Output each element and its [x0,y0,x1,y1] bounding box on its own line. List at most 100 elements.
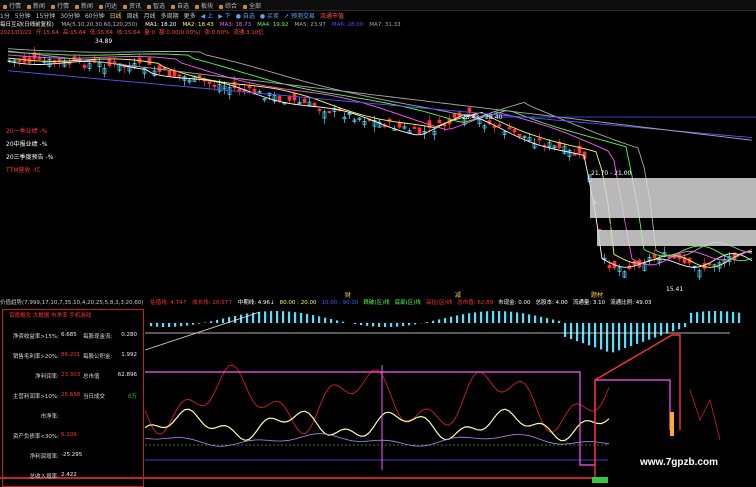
metric-label: 净资收益率>15%: [12,334,59,340]
fundamentals-row: 资产负债率<30%: 6.109 [3,432,143,441]
macd-bar [174,323,177,327]
toolbar-label: 新闻 [32,3,45,10]
period-tab[interactable]: 15分钟 [36,11,56,20]
macd-bar [588,323,591,346]
macd-bar [372,323,375,327]
range-label-2: 21.70 - 21.00 [591,170,632,177]
ma-legend: 每日互动(日线前复权) MA(5,10,20,30,60,120,250) MA… [0,20,756,28]
toolbar-label: 资讯 [128,3,141,10]
period-tab[interactable]: 多周期 [161,11,179,20]
indicator-step [145,371,671,466]
fundamentals-row: 总收入增率: 2.422 [3,472,143,481]
signal-bar [670,412,674,436]
macd-bar [660,323,663,336]
nav-button[interactable]: ↗ 预测交易 [284,11,315,20]
candle [237,88,242,91]
macd-bar [720,311,723,323]
toolbar-label: 自选 [176,3,189,10]
nav-button[interactable]: ● 自选 [236,11,255,20]
macd-bar [276,311,279,323]
side-label: 20一季业绩 -% [6,128,48,135]
nav-button[interactable]: ● 买卖 [260,11,279,20]
period-tab[interactable]: 1分 [0,11,10,20]
macd-bar [672,323,675,332]
candle [317,108,322,112]
candle [277,95,282,102]
toolbar-icon [122,4,127,9]
macd-bar [294,312,297,323]
macd-bar [288,311,291,323]
toolbar-button[interactable]: 自选 [168,1,192,10]
macd-bar [198,323,201,324]
period-tab[interactable]: 60分钟 [85,11,105,20]
macd-bar [642,323,645,342]
macd-bar [234,315,237,323]
candle [17,59,22,62]
fundamentals-row: 市净率: [3,412,143,421]
macd-bar [738,312,741,323]
macd-bar [666,323,669,334]
macd-bar [330,319,333,323]
range-label-3: 20.00 - 18.89 [600,223,641,230]
macd-bar [390,323,393,327]
toolbar-label: 智选 [152,3,165,10]
macd-bar [456,315,459,323]
toolbar-icon [26,4,31,9]
metric-label: 主营利润率>10%: [12,394,59,400]
toolbar-icon [242,4,247,9]
toolbar-button[interactable]: 行情 [48,1,72,10]
price-hi-label: 34.89 [95,38,113,45]
toolbar-button[interactable]: 综合 [216,1,240,10]
toolbar-button[interactable]: 全部 [240,1,264,10]
macd-bar [498,311,501,323]
candle [287,96,292,101]
candle [537,138,542,141]
period-tab[interactable]: 30分钟 [60,11,80,20]
toolbar-button[interactable]: 新闻 [72,1,96,10]
metric-value: 6.109 [61,432,77,438]
macd-bar [540,316,543,323]
macd-bar [648,323,651,340]
toolbar-label: 行情 [56,3,69,10]
period-tab[interactable]: 周线 [127,11,139,20]
metric-label: 总市值 [83,374,100,380]
candle [212,84,217,87]
macd-bar [474,312,477,323]
macd-bar [186,323,189,326]
period-tab[interactable]: 月线 [144,11,156,20]
candle [417,127,422,134]
price-lo-label: 15.41 [666,286,684,293]
side-label: 20中报业绩 -% [6,141,48,148]
toolbar-button[interactable]: 行情 [0,1,24,10]
metric-label: 每股现金流: [83,334,113,340]
macd-bar [366,323,369,326]
nav-button[interactable]: ▶ 下 [218,11,231,20]
toolbar-button[interactable]: 智选 [144,1,168,10]
toolbar-label: 行情 [8,3,21,10]
period-tab[interactable]: 5分钟 [15,11,31,20]
toolbar-label: 综合 [224,3,237,10]
candle [167,70,172,77]
macd-bar [618,323,621,351]
period-tab[interactable]: 更多 [184,11,196,20]
toolbar-button[interactable]: 问达 [96,1,120,10]
macd-bar [384,323,387,327]
toolbar-icon [2,4,7,9]
candlestick-chart[interactable] [0,36,756,294]
macd-bar [408,323,411,326]
macd-bar [432,320,435,323]
candle [507,127,512,130]
toolbar-button[interactable]: 资讯 [120,1,144,10]
toolbar-button[interactable]: 新闻 [24,1,48,10]
toolbar-button[interactable]: 板块 [192,1,216,10]
macd-bar [654,323,657,338]
macd-bar [444,318,447,323]
macd-bar [636,323,639,344]
metric-label: 净利润增率: [29,454,59,460]
macd-bar [726,311,729,323]
nav-button[interactable]: ◀ 上 [201,11,214,20]
macd-bar [462,314,465,323]
candle [397,122,402,128]
toolbar-icon [218,4,223,9]
period-tab[interactable]: 日线 [110,11,122,20]
